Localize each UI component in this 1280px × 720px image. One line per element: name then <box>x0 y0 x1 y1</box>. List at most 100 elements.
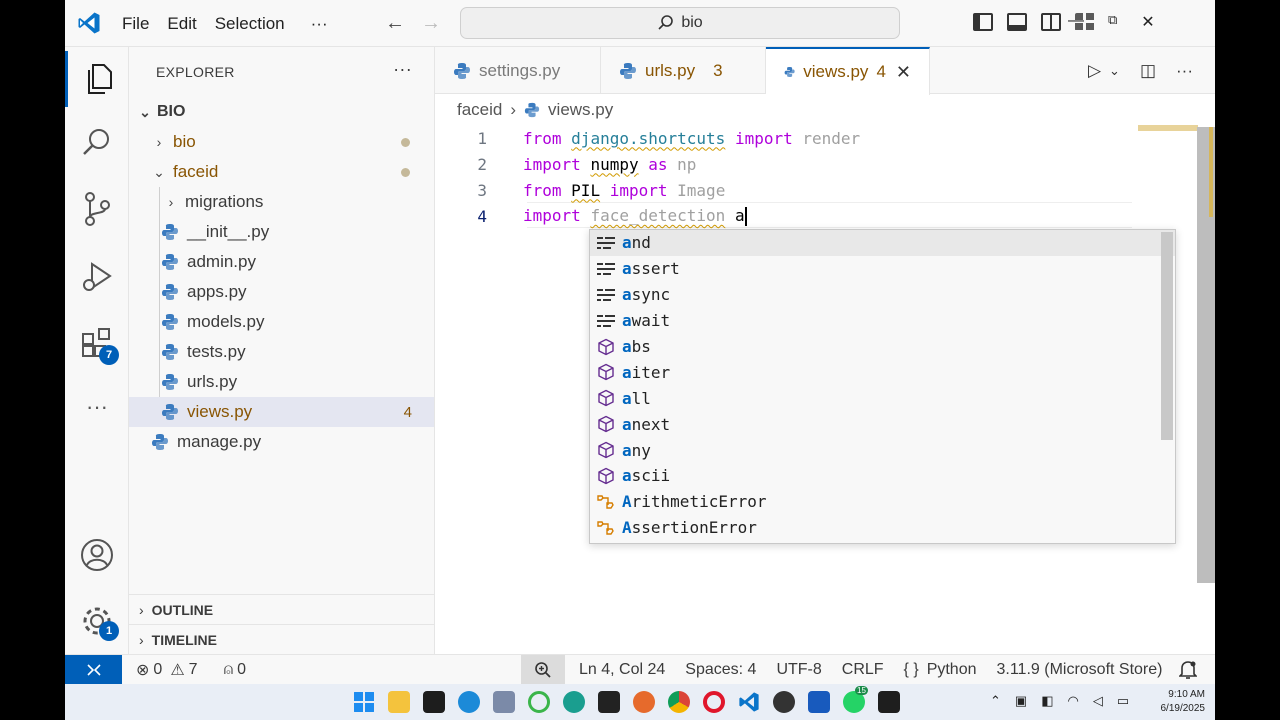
suggestion-match: A <box>622 492 632 512</box>
menu-selection[interactable]: Selection <box>215 14 285 34</box>
suggestion-item[interactable]: aiter <box>590 359 1175 385</box>
remote-indicator[interactable] <box>65 654 122 685</box>
tree-item-migrations[interactable]: › migrations <box>129 187 434 217</box>
menu-edit[interactable]: Edit <box>167 14 196 34</box>
manage-activity[interactable]: 1 <box>65 593 129 649</box>
tree-item-bio[interactable]: › bio <box>129 127 434 157</box>
notification-bell-icon[interactable] <box>1179 660 1197 680</box>
loading-app-icon[interactable] <box>528 691 550 713</box>
toggle-panel-icon[interactable] <box>1007 13 1027 31</box>
tab-urls[interactable]: urls.py 3 <box>601 47 766 94</box>
accounts-activity[interactable] <box>65 527 129 583</box>
suggestion-item[interactable]: ArithmeticError <box>590 489 1175 515</box>
tray-app-icon[interactable]: ▣ <box>1015 693 1027 709</box>
suggest-scrollbar[interactable] <box>1161 232 1173 440</box>
battery-icon[interactable]: ▭ <box>1117 693 1129 709</box>
extensions-activity[interactable]: 7 <box>65 315 129 371</box>
run-debug-activity[interactable] <box>65 249 129 305</box>
warning-icon: ⚠ <box>170 661 185 679</box>
suggestion-item[interactable]: assert <box>590 256 1175 282</box>
app-icon[interactable] <box>773 691 795 713</box>
close-tab-icon[interactable]: ✕ <box>896 62 911 83</box>
toggle-secondary-sidebar-icon[interactable] <box>1041 13 1061 31</box>
windows-start-icon[interactable] <box>353 691 375 713</box>
chevron-up-icon[interactable]: ⌃ <box>990 693 1001 709</box>
explorer-activity[interactable] <box>65 51 129 107</box>
tab-settings[interactable]: settings.py <box>435 47 601 94</box>
encoding[interactable]: UTF-8 <box>776 661 821 679</box>
wifi-icon[interactable]: ◠ <box>1068 693 1079 709</box>
warning-count: 7 <box>188 660 198 678</box>
menu-file[interactable]: File <box>122 14 149 34</box>
app-icon[interactable] <box>423 691 445 713</box>
zoom-indicator[interactable] <box>521 655 565 685</box>
function-kind-icon <box>596 363 616 381</box>
suggestion-item[interactable]: async <box>590 282 1175 308</box>
tree-item-urls[interactable]: urls.py <box>129 367 434 397</box>
source-control-activity[interactable] <box>65 181 129 237</box>
chevron-down-icon[interactable]: ⌄ <box>1109 63 1120 81</box>
edge-icon[interactable] <box>563 691 585 713</box>
suggestion-item[interactable]: ascii <box>590 463 1175 489</box>
explorer-more-icon[interactable]: ··· <box>393 59 412 80</box>
minimize-icon[interactable]: — <box>1068 12 1084 32</box>
command-center[interactable]: bio <box>460 7 900 39</box>
search-activity[interactable] <box>65 115 129 171</box>
volume-icon[interactable]: ◁ <box>1093 693 1103 709</box>
tray-app-icon[interactable]: ◧ <box>1041 693 1053 709</box>
keyword-kind-icon <box>596 260 616 278</box>
word-icon[interactable] <box>808 691 830 713</box>
github-icon[interactable] <box>598 691 620 713</box>
tab-views[interactable]: views.py 4 ✕ <box>766 47 930 95</box>
close-window-icon[interactable]: ✕ <box>1141 12 1154 32</box>
menu-more[interactable]: ··· <box>311 14 328 34</box>
vscode-taskbar-icon[interactable] <box>738 691 760 713</box>
more-activity-icon[interactable]: ··· <box>65 379 129 435</box>
restore-icon[interactable]: ⧉ <box>1108 12 1117 32</box>
suggestion-item[interactable]: and <box>590 230 1175 256</box>
python-interpreter[interactable]: 3.11.9 (Microsoft Store) <box>997 661 1163 679</box>
terminal-icon[interactable] <box>878 691 900 713</box>
suggestion-rest: iter <box>631 362 671 382</box>
timeline-section[interactable]: › TIMELINE <box>129 624 435 654</box>
timeline-label: TIMELINE <box>151 631 218 648</box>
suggestion-item[interactable]: any <box>590 437 1175 463</box>
breadcrumb-folder[interactable]: faceid <box>457 100 502 120</box>
editor-tabs: settings.py urls.py 3 views.py 4 ✕ ▷ ⌄ ◫… <box>435 47 1215 95</box>
tree-item-init[interactable]: __init__.py <box>129 217 434 247</box>
language-mode[interactable]: { } Python <box>904 661 977 679</box>
suggestion-item[interactable]: anext <box>590 411 1175 437</box>
breadcrumb-file[interactable]: views.py <box>548 100 613 120</box>
browser-icon[interactable] <box>458 691 480 713</box>
clock[interactable]: 9:10 AM 6/19/2025 <box>1161 688 1206 716</box>
outline-section[interactable]: › OUTLINE <box>129 594 435 624</box>
suggestion-item[interactable]: await <box>590 308 1175 334</box>
suggestion-item[interactable]: all <box>590 385 1175 411</box>
forward-arrow-icon[interactable]: → <box>421 12 441 35</box>
suggestion-item[interactable]: abs <box>590 334 1175 360</box>
tree-item-admin[interactable]: admin.py <box>129 247 434 277</box>
opera-icon[interactable] <box>703 691 725 713</box>
tree-item-tests[interactable]: tests.py <box>129 337 434 367</box>
tree-item-faceid[interactable]: ⌄ faceid <box>129 157 434 187</box>
workspace-root[interactable]: ⌄ BIO <box>129 97 434 127</box>
split-editor-icon[interactable]: ◫ <box>1140 61 1156 81</box>
firefox-icon[interactable] <box>633 691 655 713</box>
line-ending[interactable]: CRLF <box>842 661 884 679</box>
chrome-icon[interactable] <box>668 691 690 713</box>
back-arrow-icon[interactable]: ← <box>385 12 405 35</box>
tree-item-models[interactable]: models.py <box>129 307 434 337</box>
run-icon[interactable]: ▷ <box>1088 61 1101 81</box>
problems-indicator[interactable]: ⊗ 0 ⚠ 7 <box>136 660 198 680</box>
ports-indicator[interactable]: ⍝ 0 <box>224 661 247 679</box>
tree-item-manage[interactable]: manage.py <box>129 427 434 457</box>
suggestion-item[interactable]: AssertionError <box>590 515 1175 541</box>
file-explorer-icon[interactable] <box>388 691 410 713</box>
tree-item-apps[interactable]: apps.py <box>129 277 434 307</box>
virtualbox-icon[interactable] <box>493 691 515 713</box>
tree-item-views[interactable]: views.py 4 <box>129 397 434 427</box>
toggle-primary-sidebar-icon[interactable] <box>973 13 993 31</box>
cursor-position[interactable]: Ln 4, Col 24 <box>579 661 665 679</box>
indentation[interactable]: Spaces: 4 <box>685 661 756 679</box>
more-actions-icon[interactable]: ··· <box>1176 61 1193 81</box>
